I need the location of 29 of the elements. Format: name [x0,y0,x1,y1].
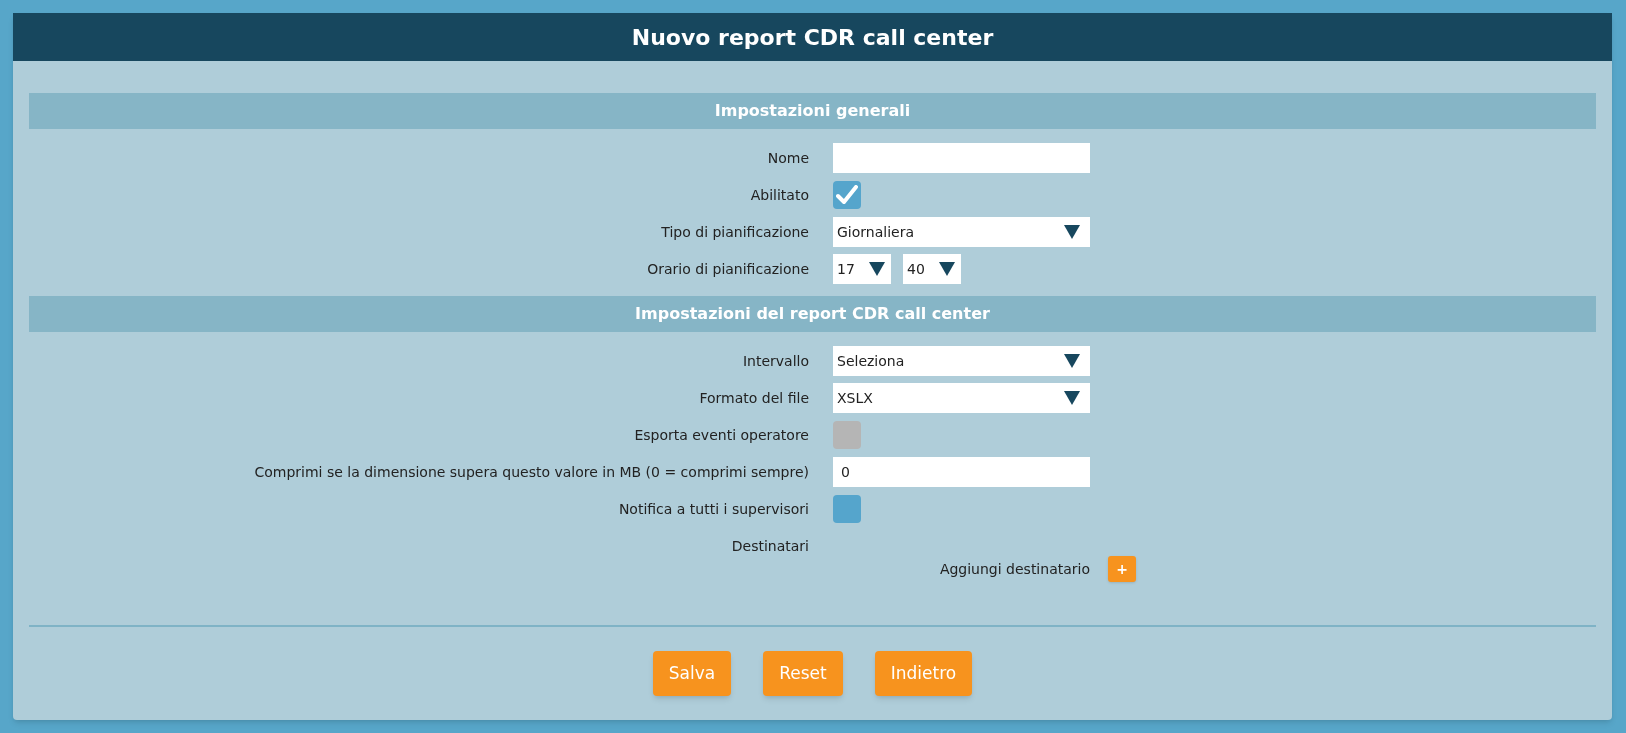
section-header: Impostazioni generali [29,93,1596,129]
dropdown-arrow-icon [1064,354,1080,368]
field-label: Intervallo [741,352,809,371]
dropdown[interactable]: Seleziona [833,346,1090,376]
dropdown-arrow-icon [1064,225,1080,239]
hour-dropdown[interactable]: 17 [833,254,891,284]
dropdown-arrow-icon [1064,391,1080,405]
dropdown-arrow-icon [869,262,885,276]
field-label: Orario di pianificazione [646,260,809,279]
minute-dropdown[interactable]: 40 [903,254,961,284]
add-recipient-label: Aggiungi destinatario [938,559,1090,579]
section-header: Impostazioni del report CDR call center [29,296,1596,332]
dialog-title: Nuovo report CDR call center [13,13,1612,61]
field-label: Esporta eventi operatore [633,426,809,445]
field-label: Notifica a tutti i supervisori [617,500,809,519]
field-label: Formato del file [698,389,809,408]
checkbox[interactable] [833,181,861,209]
checkmark-icon [836,185,858,205]
dropdown[interactable]: Giornaliera [833,217,1090,247]
field-label: Nome [766,149,809,168]
field-label: Destinatari [730,537,809,556]
dropdown-arrow-icon [939,262,955,276]
text-field[interactable] [833,143,1090,173]
field-label: Tipo di pianificazione [660,223,809,242]
dropdown[interactable]: XSLX [833,383,1090,413]
field-label: Comprimi se la dimensione supera questo valore in MB (0 = comprimi sempre) [253,463,809,482]
checkbox[interactable] [833,495,861,523]
text-field[interactable]: 0 [833,457,1090,487]
field-label: Abilitato [749,186,809,205]
